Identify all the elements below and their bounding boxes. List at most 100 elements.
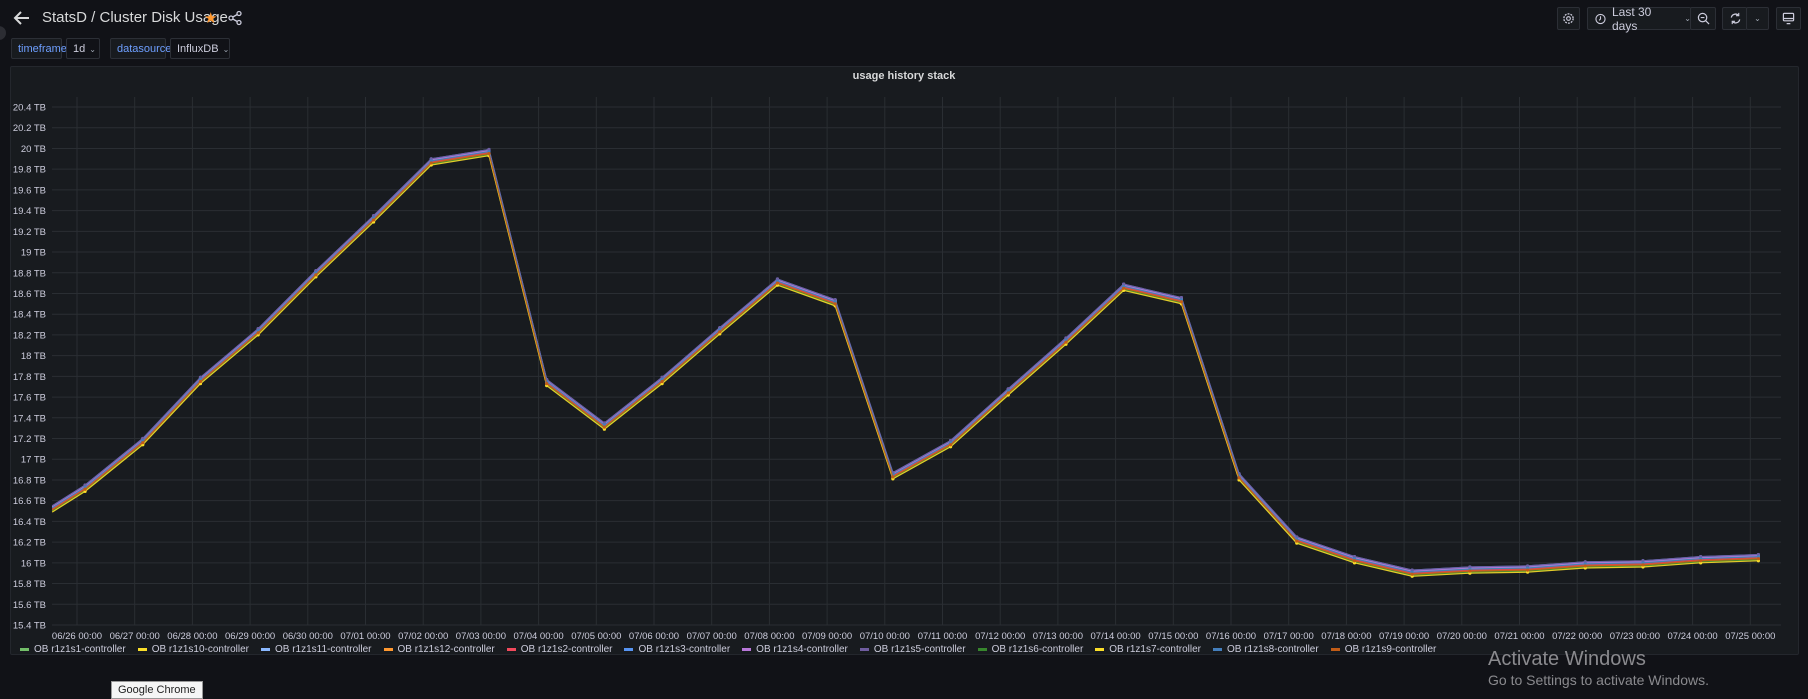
legend-swatch [624,648,634,651]
legend-swatch [977,648,987,651]
x-tick-label: 07/18 00:00 [1321,631,1371,642]
legend-label: OB r1z1s5-controller [873,644,966,655]
data-point [487,152,491,156]
legend-swatch [383,648,393,651]
data-point [1352,559,1357,563]
x-tick-label: 07/08 00:00 [744,631,794,642]
legend-swatch [1095,648,1105,651]
legend-label: OB r1z1s3-controller [638,644,731,655]
x-tick-label: 06/26 00:00 [52,631,102,642]
legend-item[interactable]: OB r1z1s9-controller [1330,644,1437,655]
data-point [1237,476,1241,480]
x-tick-label: 07/25 00:00 [1725,631,1775,642]
y-tick-label: 19.4 TB [13,206,46,217]
y-tick-label: 16.2 TB [13,538,46,549]
legend-label: OB r1z1s8-controller [1226,644,1319,655]
y-tick-label: 19.2 TB [13,227,46,238]
legend-item[interactable]: OB r1z1s3-controller [624,644,730,655]
x-tick-label: 07/20 00:00 [1437,631,1487,642]
y-tick-label: 18.8 TB [13,268,46,279]
legend-item[interactable]: OB r1z1s4-controller [742,644,848,655]
data-point [1064,340,1068,344]
y-tick-label: 17 TB [21,455,46,466]
legend-swatch [1330,648,1340,651]
legend-item[interactable]: OB r1z1s6-controller [977,644,1084,655]
data-point [1468,569,1472,573]
legend-item[interactable]: OB r1z1s12-controller [383,644,495,655]
y-tick-label: 17.8 TB [13,372,46,383]
data-point [371,218,376,222]
x-tick-label: 07/13 00:00 [1033,631,1083,642]
legend-item[interactable]: OB r1z1s7-controller [1095,644,1201,655]
data-point [83,487,87,491]
legend-label: OB r1z1s9-controller [1344,644,1437,655]
legend-swatch [20,648,29,651]
legend-item[interactable]: OB r1z1s2-controller [506,644,612,655]
x-tick-label: 07/11 00:00 [918,631,967,642]
data-point [1179,300,1183,304]
legend-swatch [506,648,516,651]
x-tick-label: 07/22 00:00 [1552,631,1602,642]
x-tick-label: 07/02 00:00 [398,631,448,642]
data-point [1410,572,1414,576]
x-tick-label: 07/10 00:00 [860,631,910,642]
data-point [948,443,953,447]
data-point [1295,539,1299,543]
x-tick-label: 07/15 00:00 [1148,631,1198,642]
x-tick-label: 07/04 00:00 [514,631,564,642]
x-tick-label: 07/09 00:00 [802,631,852,642]
legend-item[interactable]: OB r1z1s5-controller [859,644,966,655]
legend-label: OB r1z1s4-controller [756,644,848,655]
data-point [718,330,722,334]
x-tick-label: 06/28 00:00 [167,631,217,642]
y-tick-label: 19.6 TB [13,185,46,196]
x-tick-label: 07/06 00:00 [629,631,679,642]
legend-swatch [260,648,270,651]
x-tick-label: 07/12 00:00 [975,631,1025,642]
y-tick-label: 17.6 TB [13,393,46,404]
legend-item[interactable]: OB r1z1s11-controller [260,644,372,655]
y-tick-label: 17.4 TB [13,413,46,424]
data-point [1699,559,1703,563]
y-tick-label: 20 TB [21,144,46,155]
data-point [1641,563,1645,567]
y-tick-label: 15.6 TB [13,600,46,611]
data-point [602,425,606,429]
y-tick-label: 17.2 TB [13,434,46,445]
legend-label: OB r1z1s12-controller [397,644,495,655]
legend-swatch [742,648,752,651]
y-tick-label: 16.8 TB [13,475,46,486]
data-point [833,302,837,306]
x-tick-label: 07/16 00:00 [1206,631,1256,642]
y-tick-label: 16.6 TB [13,496,46,507]
legend-label: OB r1z1s7-controller [1109,644,1201,655]
data-point [891,475,895,479]
legend-item[interactable]: OB r1z1s1-controller [20,644,126,655]
y-tick-label: 18.6 TB [13,289,46,300]
x-tick-label: 07/14 00:00 [1091,631,1141,642]
x-tick-label: 06/29 00:00 [225,631,275,642]
y-tick-label: 16.4 TB [13,517,46,528]
x-tick-label: 07/24 00:00 [1668,631,1718,642]
data-point [660,379,664,384]
x-tick-label: 07/03 00:00 [456,631,506,642]
x-tick-label: 07/21 00:00 [1494,631,1544,642]
y-tick-label: 20.2 TB [13,123,46,134]
legend-label: OB r1z1s10-controller [151,644,249,655]
legend-swatch [1212,648,1222,651]
activate-windows-subtitle: Go to Settings to activate Windows. [1488,672,1709,688]
data-point [1006,391,1010,395]
activate-windows-title: Activate Windows [1488,648,1646,670]
data-point [1122,286,1126,290]
x-tick-label: 07/05 00:00 [571,631,621,642]
legend-item[interactable]: OB r1z1s8-controller [1212,644,1319,655]
legend-label: OB r1z1s6-controller [991,644,1084,655]
data-point [198,379,203,384]
data-point [1756,557,1760,561]
y-tick-label: 16 TB [21,558,46,569]
x-tick-label: 06/30 00:00 [283,631,333,642]
legend-swatch [859,648,869,651]
legend-item[interactable]: OB r1z1s10-controller [137,644,249,655]
legend: OB r1z1s1-controller OB r1z1s10-controlle… [20,644,1436,655]
x-tick-label: 07/19 00:00 [1379,631,1429,642]
